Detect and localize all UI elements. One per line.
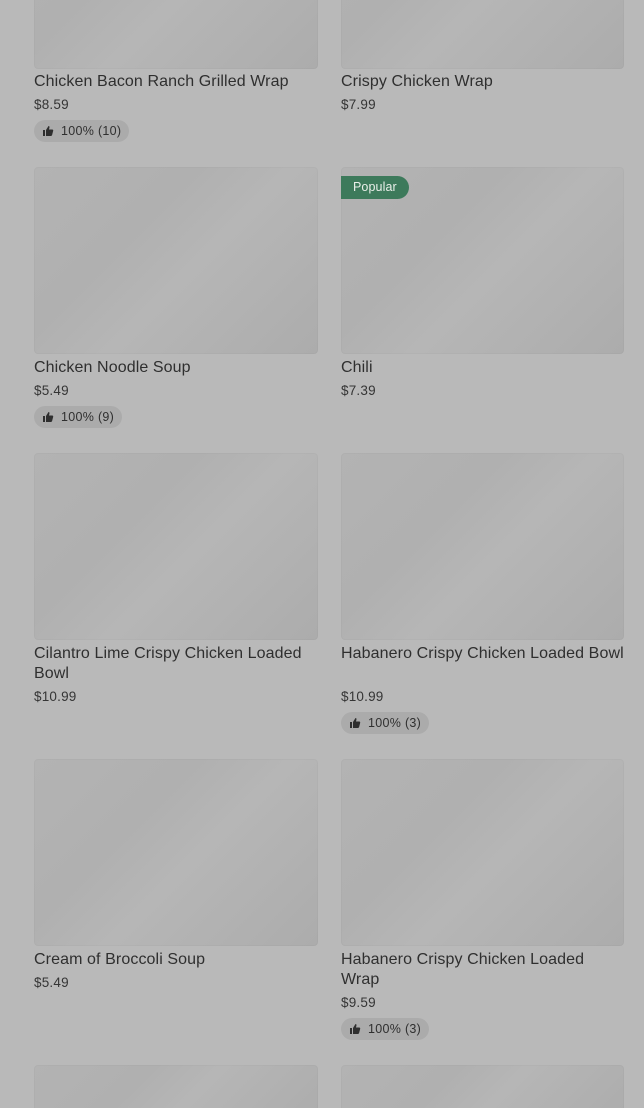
menu-item-price: $7.39: [341, 383, 376, 398]
thumbs-up-icon: [42, 125, 54, 137]
rating-text: 100% (3): [368, 1022, 422, 1036]
rating-pill: 100% (10): [34, 120, 130, 142]
menu-item-price: $7.99: [341, 97, 376, 112]
rating-pill: 100% (9): [34, 406, 123, 428]
menu-item-image[interactable]: [34, 759, 318, 946]
menu-item-image[interactable]: [34, 167, 318, 354]
thumbs-up-icon: [349, 717, 361, 729]
menu-item-price: $10.99: [341, 689, 384, 704]
menu-item-price: $9.59: [341, 995, 376, 1010]
menu-item-name[interactable]: Chicken Bacon Ranch Grilled Wrap: [34, 72, 318, 92]
popular-badge: Popular: [341, 176, 409, 199]
thumbs-up-icon: [42, 411, 54, 423]
rating-text: 100% (3): [368, 716, 422, 730]
menu-item-name[interactable]: Cilantro Lime Crispy Chicken Loaded Bowl: [34, 644, 318, 684]
menu-item-name[interactable]: Habanero Crispy Chicken Loaded Bowl: [341, 644, 624, 664]
menu-item-name[interactable]: Crispy Chicken Wrap: [341, 72, 624, 92]
menu-item-name[interactable]: Chicken Noodle Soup: [34, 358, 318, 378]
menu-item-image[interactable]: [34, 1065, 318, 1108]
menu-item-name[interactable]: Chili: [341, 358, 624, 378]
menu-grid: Chicken Bacon Ranch Grilled Wrap $8.59 1…: [0, 0, 644, 1108]
menu-item-price: $5.49: [34, 975, 69, 990]
rating-pill: 100% (3): [341, 1018, 430, 1040]
rating-text: 100% (9): [61, 410, 115, 424]
rating-text: 100% (10): [61, 124, 122, 138]
thumbs-up-icon: [349, 1023, 361, 1035]
rating-pill: 100% (3): [341, 712, 430, 734]
menu-item-price: $5.49: [34, 383, 69, 398]
menu-item-image[interactable]: [341, 453, 624, 640]
menu-item-name[interactable]: Habanero Crispy Chicken Loaded Wrap: [341, 950, 624, 990]
menu-item-image[interactable]: [34, 453, 318, 640]
menu-item-image[interactable]: [341, 1065, 624, 1108]
menu-item-name[interactable]: Cream of Broccoli Soup: [34, 950, 318, 970]
menu-item-image[interactable]: [341, 759, 624, 946]
menu-item-image[interactable]: [34, 0, 318, 69]
menu-item-price: $8.59: [34, 97, 69, 112]
menu-item-image[interactable]: [341, 0, 624, 69]
menu-item-price: $10.99: [34, 689, 77, 704]
